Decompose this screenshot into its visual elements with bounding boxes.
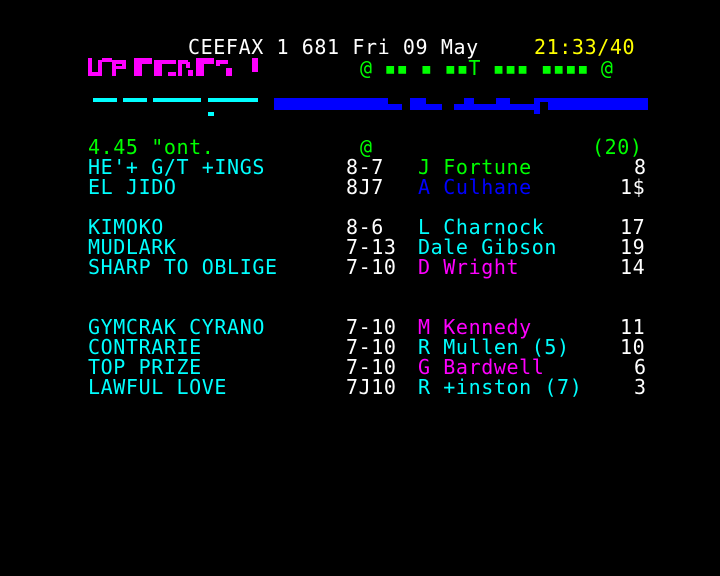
jockey: R +inston (7) [418,375,583,399]
jockey: D Wright [418,255,520,279]
race-time-course: 4.45 "ont. [88,135,215,159]
runner-row: KIMOKO 8-6 L Charnock 17 [88,217,645,237]
jockey: G Bardwell [418,355,545,379]
service-header: CEEFAX 1 681 Fri 09 May [188,35,479,59]
draw: 10 [620,335,646,359]
weight: 8-6 [346,215,384,239]
jockey: Dale Gibson [418,235,558,259]
jockey: L Charnock [418,215,545,239]
horse-name: LAWFUL LOVE [88,375,228,399]
race-header: 4.45 "ont. @ (20) [88,137,642,157]
race-marker: @ [360,135,373,159]
draw: 3 [634,375,647,399]
draw: 1$ [620,175,646,199]
jockey: A Culhane [418,175,532,199]
jockey: J Fortune [418,155,532,179]
teletext-screen: CEEFAX 1 681 Fri 09 May 21:33/40 @ ▪▪ ▪ … [0,0,720,576]
horse-name: EL JIDO [88,175,177,199]
runners-count: (20) [592,135,643,159]
weight: 7-13 [346,235,397,259]
jockey: R Mullen (5) [418,335,570,359]
weight: 7-10 [346,335,397,359]
clock: 21:33/40 [534,35,636,59]
header-row: CEEFAX 1 681 Fri 09 May 21:33/40 [188,37,635,57]
runner-row: HE'+ G/T +INGS 8-7 J Fortune 8 [88,157,646,177]
runner-row: LAWFUL LOVE 7J10 R +inston (7) 3 [88,377,646,397]
runner-row: TOP PRIZE 7-10 G Bardwell 6 [88,357,646,377]
weight: 8J7 [346,175,384,199]
runner-row: EL JIDO 8J7 A Culhane 1$ [88,177,645,197]
draw: 11 [620,315,646,339]
jockey: M Kennedy [418,315,532,339]
horse-name: TOP PRIZE [88,355,202,379]
draw: 8 [634,155,647,179]
weight: 7-10 [346,355,397,379]
draw: 17 [620,215,646,239]
horse-name: KIMOKO [88,215,164,239]
weight: 7J10 [346,375,397,399]
draw: 19 [620,235,646,259]
weight: 8-7 [346,155,384,179]
horse-name: MUDLARK [88,235,177,259]
draw: 6 [634,355,647,379]
runner-row: MUDLARK 7-13 Dale Gibson 19 [88,237,645,257]
runner-row: CONTRARIE 7-10 R Mullen (5) 10 [88,337,645,357]
masthead-band [88,96,650,120]
horse-name: CONTRARIE [88,335,202,359]
runner-row: GYMCRAK CYRANO 7-10 M Kennedy 11 [88,317,645,337]
horse-name: GYMCRAK CYRANO [88,315,265,339]
weight: 7-10 [346,255,397,279]
weight: 7-10 [346,315,397,339]
masthead-line2: @ ▪▪ ▪ ▪▪T ▪▪▪ ▪▪▪▪ @ [360,56,613,80]
runner-row: SHARP TO OBLIGE 7-10 D Wright 14 [88,257,645,277]
sport-logo [88,58,268,78]
horse-name: SHARP TO OBLIGE [88,255,278,279]
draw: 14 [620,255,646,279]
horse-name: HE'+ G/T +INGS [88,155,265,179]
